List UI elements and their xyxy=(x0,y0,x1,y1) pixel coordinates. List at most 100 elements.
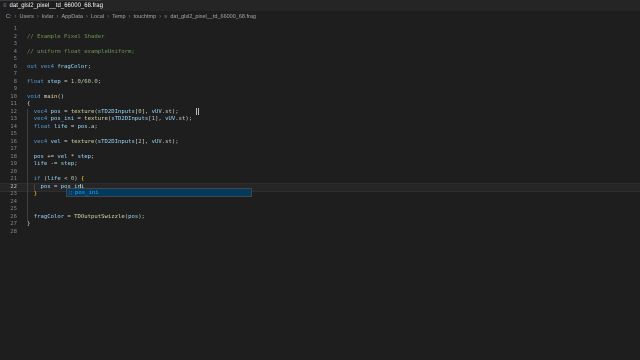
line-number: 25 xyxy=(10,206,17,212)
code-text: // uniform float exampleUniform; xyxy=(27,49,135,57)
line-number: 11 xyxy=(10,101,17,107)
code-line[interactable]: 21 if (life < 0) { xyxy=(0,176,640,184)
code-token: vUV xyxy=(151,108,162,115)
breadcrumb-item[interactable]: C: xyxy=(6,14,12,20)
code-token: ], xyxy=(141,108,152,115)
code-line[interactable]: 19 life -= step; xyxy=(0,161,640,169)
line-number: 28 xyxy=(10,228,17,235)
code-token: fragColor xyxy=(33,213,65,220)
code-token: vec4 xyxy=(33,116,51,122)
code-line[interactable]: 20 xyxy=(0,169,640,177)
code-line[interactable]: 16 vec4 vel = texture(sTD2DInputs[2], vU… xyxy=(0,139,640,147)
chevron-right-icon: › xyxy=(14,13,17,20)
code-token: { xyxy=(80,176,85,182)
code-token: texture xyxy=(70,108,95,115)
code-token: < xyxy=(60,176,71,182)
breadcrumb-item[interactable]: kvlar xyxy=(42,14,54,20)
code-token: void xyxy=(27,93,44,100)
breadcrumb-item[interactable]: Local xyxy=(91,14,104,20)
code-token: sTD2DInputs xyxy=(111,116,149,122)
line-number: 27 xyxy=(10,221,17,227)
indent-guide xyxy=(27,108,28,221)
tab-shader-file[interactable]: ≡ dat_glsl2_pixel__td_66000_68.frag xyxy=(0,0,103,11)
code-line[interactable]: 12 vec4 pos = texture(sTD2DInputs[0], vU… xyxy=(0,109,640,117)
code-line[interactable]: 13 vec4 pos_ini = texture(sTD2DInputs[1]… xyxy=(0,116,640,124)
line-number: 4 xyxy=(13,48,17,55)
line-number: 21 xyxy=(10,176,17,182)
breadcrumb-item[interactable]: Users xyxy=(20,14,34,20)
line-number: 3 xyxy=(13,41,17,47)
code-token: ; xyxy=(97,78,102,85)
tab-bar: ≡ dat_glsl2_pixel__td_66000_68.frag xyxy=(0,0,640,11)
line-number: 8 xyxy=(13,78,17,85)
code-line[interactable]: 26 fragColor = TDOutputSwizzle(pos); xyxy=(0,214,640,222)
code-token: life xyxy=(53,123,68,130)
chevron-right-icon: › xyxy=(56,13,59,20)
indent-guide xyxy=(34,183,35,191)
line-number: 17 xyxy=(10,146,17,152)
code-line[interactable]: 25 xyxy=(0,206,640,214)
code-text: if (life < 0) { xyxy=(27,176,85,184)
code-token: .a; xyxy=(87,123,98,130)
line-number: 2 xyxy=(13,33,17,40)
code-text: vec4 pos = texture(sTD2DInputs[0], vUV.s… xyxy=(27,109,179,117)
code-text: life -= step; xyxy=(27,161,78,169)
code-token: pos xyxy=(128,213,139,220)
code-token: if xyxy=(33,176,44,182)
code-line[interactable]: 7 xyxy=(0,71,640,79)
code-token: // Example Pixel Shader xyxy=(27,33,105,40)
code-text: void main() xyxy=(27,94,64,102)
code-token: vUV xyxy=(165,116,176,122)
code-line[interactable]: 14 float life = pos.a; xyxy=(0,124,640,132)
code-token: = xyxy=(67,123,78,130)
breadcrumb-item[interactable]: AppData xyxy=(62,14,83,20)
code-line[interactable]: 8 float step = 1.0/60.0; xyxy=(0,79,640,87)
code-token: pos xyxy=(40,183,51,190)
line-number: 19 xyxy=(10,161,17,167)
code-line[interactable]: 5 xyxy=(0,56,640,64)
code-token: vel xyxy=(50,138,61,145)
suggestion-label: pos_ini xyxy=(75,189,99,196)
code-line[interactable]: 28 xyxy=(0,229,640,237)
chevron-right-icon: › xyxy=(128,13,131,20)
autocomplete-suggestion[interactable]: ⬚ pos_ini xyxy=(66,188,252,197)
line-number: 10 xyxy=(10,93,17,100)
code-token: step xyxy=(60,161,75,167)
code-text: pos += vel * step; xyxy=(27,153,95,162)
code-token: } xyxy=(33,191,38,197)
code-line[interactable]: 17 xyxy=(0,146,640,154)
line-number: 26 xyxy=(10,213,17,220)
code-text: fragColor = TDOutputSwizzle(pos); xyxy=(27,214,145,222)
breadcrumb-file[interactable]: dat_glsl2_pixel__td_66000_68.frag xyxy=(170,14,256,20)
code-line[interactable]: 10 void main() xyxy=(0,94,640,102)
code-token: life xyxy=(47,176,61,182)
code-line[interactable]: 4 // uniform float exampleUniform; xyxy=(0,49,640,57)
code-line[interactable]: 2 // Example Pixel Shader xyxy=(0,34,640,42)
line-number: 20 xyxy=(10,168,17,175)
code-token: texture xyxy=(84,116,108,122)
code-line[interactable]: 9 xyxy=(0,86,640,94)
code-token: pos xyxy=(77,123,88,130)
code-line[interactable]: 6 out vec4 fragColor; xyxy=(0,64,640,72)
breadcrumb-item[interactable]: Temp xyxy=(112,14,125,20)
code-line[interactable]: 18 pos += vel * step; xyxy=(0,154,640,162)
code-token: sTD2DInputs xyxy=(97,108,135,115)
code-line[interactable]: 3 xyxy=(0,41,640,49)
tab-label: dat_glsl2_pixel__td_66000_68.frag xyxy=(9,3,103,9)
code-token: .st); xyxy=(161,108,179,115)
line-number: 7 xyxy=(13,71,17,77)
code-line[interactable]: 1 xyxy=(0,26,640,34)
code-token: step xyxy=(77,153,92,160)
breadcrumb-item[interactable]: touchtmp xyxy=(134,14,157,20)
text-cursor-icon xyxy=(196,108,199,115)
code-line[interactable]: 11 { xyxy=(0,101,640,109)
code-line[interactable]: 15 xyxy=(0,131,640,139)
code-line[interactable]: 24 xyxy=(0,199,640,207)
code-token: = xyxy=(50,183,61,190)
code-line[interactable]: 27} xyxy=(0,221,640,229)
breadcrumb: C: › Users › kvlar › AppData › Local › Temp › toucht… xyxy=(0,11,640,22)
line-number: 16 xyxy=(10,138,17,145)
